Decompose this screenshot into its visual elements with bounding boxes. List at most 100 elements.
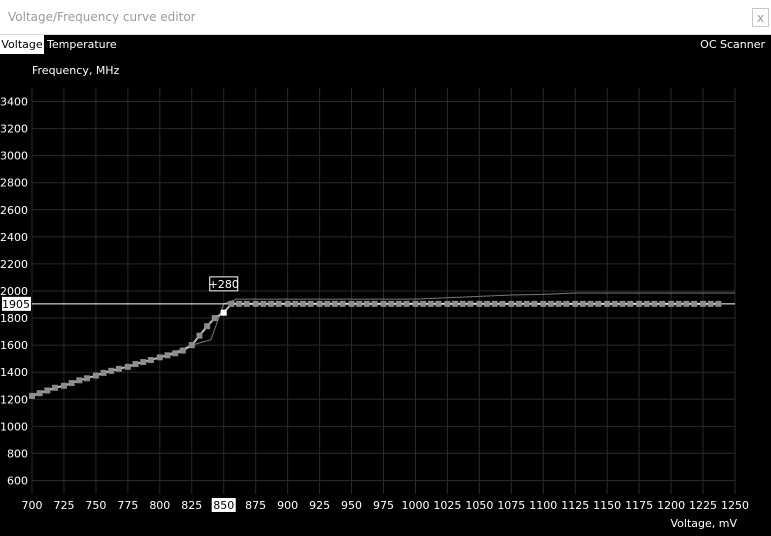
curve-point[interactable]: [659, 300, 666, 307]
x-tick-label: 1125: [561, 499, 589, 512]
curve-point[interactable]: [627, 300, 634, 307]
curve-point[interactable]: [204, 323, 211, 330]
curve-point[interactable]: [476, 300, 483, 307]
curve-point[interactable]: [179, 347, 186, 354]
curve-point[interactable]: [348, 300, 355, 307]
curve-point[interactable]: [412, 300, 419, 307]
x-tick-label: 975: [373, 499, 394, 512]
curve-point[interactable]: [29, 392, 35, 399]
curve-point[interactable]: [388, 300, 395, 307]
curve-point[interactable]: [60, 382, 67, 389]
curve-point[interactable]: [172, 350, 179, 357]
curve-point[interactable]: [140, 359, 147, 366]
curve-point[interactable]: [324, 300, 331, 307]
x-tick-label: 1075: [497, 499, 525, 512]
curve-point[interactable]: [499, 300, 506, 307]
curve-point[interactable]: [316, 300, 323, 307]
y-tick-label: 1400: [0, 366, 28, 379]
curve-point[interactable]: [124, 363, 131, 370]
curve-point[interactable]: [540, 300, 547, 307]
curve-point[interactable]: [452, 300, 459, 307]
x-tick-label: 825: [181, 499, 202, 512]
curve-point[interactable]: [459, 300, 466, 307]
curve-point[interactable]: [707, 300, 714, 307]
curve-point[interactable]: [363, 300, 370, 307]
curve-point[interactable]: [331, 300, 338, 307]
curve-point[interactable]: [371, 300, 378, 307]
curve-point[interactable]: [491, 300, 498, 307]
curve-point[interactable]: [292, 300, 299, 307]
curve-point[interactable]: [531, 300, 538, 307]
curve-point[interactable]: [164, 352, 171, 359]
curve-point[interactable]: [284, 300, 291, 307]
curve-point[interactable]: [299, 300, 306, 307]
curve-point[interactable]: [467, 300, 474, 307]
curve-point[interactable]: [156, 354, 163, 361]
curve-point[interactable]: [228, 300, 235, 307]
curve-point[interactable]: [619, 300, 626, 307]
x-tick-label: 900: [277, 499, 298, 512]
curve-point[interactable]: [307, 300, 314, 307]
curve-point[interactable]: [604, 300, 611, 307]
y-tick-label: 2600: [0, 204, 28, 217]
curve-point[interactable]: [36, 390, 43, 397]
curve-point[interactable]: [700, 300, 707, 307]
x-tick-label: 875: [245, 499, 266, 512]
curve-point[interactable]: [83, 375, 90, 382]
curve-point[interactable]: [715, 300, 722, 307]
curve-point[interactable]: [547, 300, 554, 307]
curve-point[interactable]: [132, 361, 139, 368]
curve-point[interactable]: [243, 300, 250, 307]
curve-point[interactable]: [611, 300, 618, 307]
curve-point[interactable]: [435, 300, 442, 307]
curve-point[interactable]: [683, 300, 690, 307]
curve-point[interactable]: [691, 300, 698, 307]
curve-point[interactable]: [92, 372, 99, 379]
curve-point[interactable]: [68, 380, 75, 387]
curve-point[interactable]: [100, 369, 107, 376]
curve-point[interactable]: [196, 332, 203, 339]
curve-point[interactable]: [252, 300, 259, 307]
curve-point[interactable]: [651, 300, 658, 307]
curve-point[interactable]: [52, 384, 59, 391]
curve-point[interactable]: [108, 367, 115, 374]
curve-point[interactable]: [44, 387, 51, 394]
curve-point[interactable]: [275, 300, 282, 307]
curve-point[interactable]: [356, 300, 363, 307]
selected-curve-point[interactable]: [220, 309, 227, 316]
curve-point[interactable]: [508, 300, 515, 307]
curve-point[interactable]: [403, 300, 410, 307]
curve-point[interactable]: [236, 300, 243, 307]
x-tick-label: 1250: [721, 499, 749, 512]
curve-point[interactable]: [563, 300, 570, 307]
curve-point[interactable]: [675, 300, 682, 307]
y-tick-label: 2800: [0, 177, 28, 190]
curve-point[interactable]: [76, 377, 83, 384]
curve-point[interactable]: [395, 300, 402, 307]
curve-point[interactable]: [115, 365, 122, 372]
curve-point[interactable]: [636, 300, 643, 307]
curve-point[interactable]: [444, 300, 451, 307]
curve-point[interactable]: [147, 357, 154, 364]
curve-point[interactable]: [572, 300, 579, 307]
curve-point[interactable]: [668, 300, 675, 307]
curve-point[interactable]: [188, 342, 195, 349]
curve-point[interactable]: [515, 300, 522, 307]
curve-point[interactable]: [420, 300, 427, 307]
curve-point[interactable]: [211, 315, 218, 322]
curve-point[interactable]: [579, 300, 586, 307]
curve-point[interactable]: [260, 300, 267, 307]
curve-point[interactable]: [555, 300, 562, 307]
curve-point[interactable]: [268, 300, 275, 307]
y-tick-label: 3200: [0, 123, 28, 136]
curve-point[interactable]: [595, 300, 602, 307]
y-tick-label: 600: [7, 474, 28, 487]
curve-point[interactable]: [587, 300, 594, 307]
curve-point[interactable]: [523, 300, 530, 307]
curve-point[interactable]: [380, 300, 387, 307]
curve-point[interactable]: [484, 300, 491, 307]
vf-curve-chart[interactable]: 600 800 1000 1200 1400 1600 1800 2000 2200 2400 26…: [0, 0, 771, 536]
curve-point[interactable]: [339, 300, 346, 307]
curve-point[interactable]: [643, 300, 650, 307]
curve-point[interactable]: [427, 300, 434, 307]
